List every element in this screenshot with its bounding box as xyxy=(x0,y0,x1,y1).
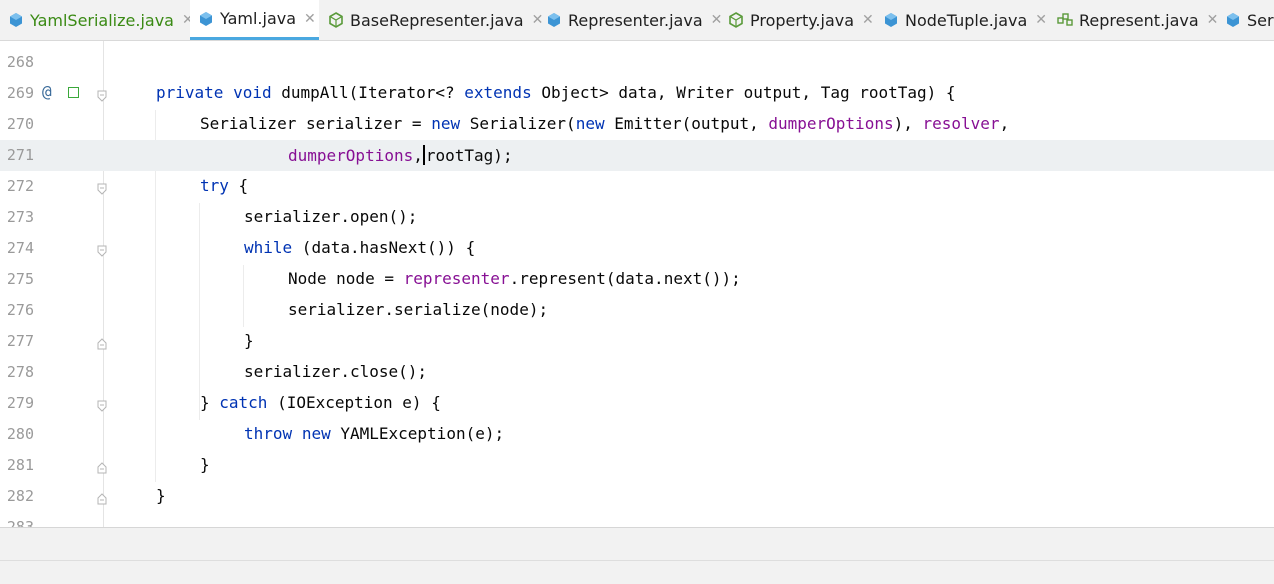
code-text: } catch (IOException e) { xyxy=(200,393,441,412)
abstract-class-icon xyxy=(328,12,344,28)
code-line: 276 serializer.serialize(node); xyxy=(0,295,1274,326)
code-line: 274 while (data.hasNext()) { xyxy=(0,233,1274,264)
bookmark-square-icon[interactable] xyxy=(68,87,79,98)
close-icon[interactable]: ✕ xyxy=(862,12,874,28)
code-line: 275 Node node = representer.represent(da… xyxy=(0,264,1274,295)
code-text: Node node = representer.represent(data.n… xyxy=(288,269,741,288)
code-line: 273 serializer.open(); xyxy=(0,202,1274,233)
close-icon[interactable]: ✕ xyxy=(304,11,316,27)
interface-icon xyxy=(1057,12,1073,28)
tab-seri[interactable]: Seri xyxy=(1217,0,1274,40)
tab-label: Yaml.java xyxy=(220,9,297,28)
tab-baserepresenter[interactable]: BaseRepresenter.java ✕ xyxy=(320,0,543,40)
code-text: while (data.hasNext()) { xyxy=(244,238,476,257)
fold-open-icon[interactable] xyxy=(97,242,107,257)
line-number: 277 xyxy=(6,332,34,350)
tab-yamlserialize[interactable]: YamlSerialize.java ✕ xyxy=(0,0,194,40)
code-text: } xyxy=(200,455,210,474)
line-number: 281 xyxy=(6,456,34,474)
line-number: 282 xyxy=(6,487,34,505)
java-class-icon xyxy=(198,11,214,27)
line-number: 275 xyxy=(6,270,34,288)
line-number: 271 xyxy=(6,146,34,164)
text-caret xyxy=(422,145,425,165)
code-line: 272 try { xyxy=(0,171,1274,202)
divider xyxy=(0,560,1274,561)
line-number: 276 xyxy=(6,301,34,319)
code-editor[interactable]: 268 269 @ private void dumpAll(Iterator<… xyxy=(0,41,1274,527)
line-number: 279 xyxy=(6,394,34,412)
editor-tab-bar: YamlSerialize.java ✕ Yaml.java ✕ BaseRep… xyxy=(0,0,1274,41)
java-class-icon xyxy=(8,12,24,28)
fold-close-icon[interactable] xyxy=(97,490,107,505)
line-number: 274 xyxy=(6,239,34,257)
code-text: private void dumpAll(Iterator<? extends … xyxy=(156,83,956,102)
line-number: 268 xyxy=(6,53,34,71)
line-number: 280 xyxy=(6,425,34,443)
tab-label: Represent.java xyxy=(1079,10,1199,30)
code-line: 268 xyxy=(0,47,1274,78)
code-text: serializer.close(); xyxy=(244,362,428,381)
code-line: 277 } xyxy=(0,326,1274,357)
code-line: 278 serializer.close(); xyxy=(0,357,1274,388)
code-text: } xyxy=(244,331,254,350)
tab-label: Property.java xyxy=(750,10,855,30)
line-number: 270 xyxy=(6,115,34,133)
line-number: 272 xyxy=(6,177,34,195)
tab-label: Representer.java xyxy=(568,10,703,30)
java-class-icon xyxy=(1225,12,1241,28)
close-icon[interactable]: ✕ xyxy=(1035,12,1047,28)
fold-close-icon[interactable] xyxy=(97,459,107,474)
java-class-icon xyxy=(883,12,899,28)
fold-open-icon[interactable] xyxy=(97,397,107,412)
tab-label: Seri xyxy=(1247,10,1274,30)
tab-yaml[interactable]: Yaml.java ✕ xyxy=(190,0,319,40)
line-number: 269 xyxy=(6,84,34,102)
code-text: Serializer serializer = new Serializer(n… xyxy=(200,114,1010,133)
bottom-panel xyxy=(0,527,1274,584)
tab-represent[interactable]: Represent.java ✕ xyxy=(1049,0,1218,40)
tab-label: YamlSerialize.java xyxy=(30,10,174,30)
code-line: 282 } xyxy=(0,481,1274,512)
tab-label: NodeTuple.java xyxy=(905,10,1028,30)
tab-nodetuple[interactable]: NodeTuple.java ✕ xyxy=(875,0,1049,40)
code-line: 280 throw new YAMLException(e); xyxy=(0,419,1274,450)
code-text: serializer.serialize(node); xyxy=(288,300,549,319)
line-number: 273 xyxy=(6,208,34,226)
java-class-icon xyxy=(546,12,562,28)
code-line: 269 @ private void dumpAll(Iterator<? ex… xyxy=(0,78,1274,109)
tab-representer[interactable]: Representer.java ✕ xyxy=(538,0,722,40)
abstract-class-icon xyxy=(728,12,744,28)
line-number: 278 xyxy=(6,363,34,381)
code-line: 283 xyxy=(0,512,1274,527)
code-line: 270 Serializer serializer = new Serializ… xyxy=(0,109,1274,140)
code-text: dumperOptions, rootTag); xyxy=(288,145,513,165)
fold-open-icon[interactable] xyxy=(97,180,107,195)
line-number: 283 xyxy=(6,518,34,527)
code-line: 281 } xyxy=(0,450,1274,481)
code-line: 279 } catch (IOException e) { xyxy=(0,388,1274,419)
fold-open-icon[interactable] xyxy=(97,87,107,102)
code-text: } xyxy=(156,486,166,505)
code-text: serializer.open(); xyxy=(244,207,418,226)
tab-label: BaseRepresenter.java xyxy=(350,10,524,30)
code-text: try { xyxy=(200,176,249,195)
code-text: throw new YAMLException(e); xyxy=(244,424,505,443)
code-line-current: 271 dumperOptions, rootTag); xyxy=(0,140,1274,171)
override-at-icon[interactable]: @ xyxy=(42,82,52,101)
tab-property[interactable]: Property.java ✕ xyxy=(720,0,875,40)
fold-close-icon[interactable] xyxy=(97,335,107,350)
